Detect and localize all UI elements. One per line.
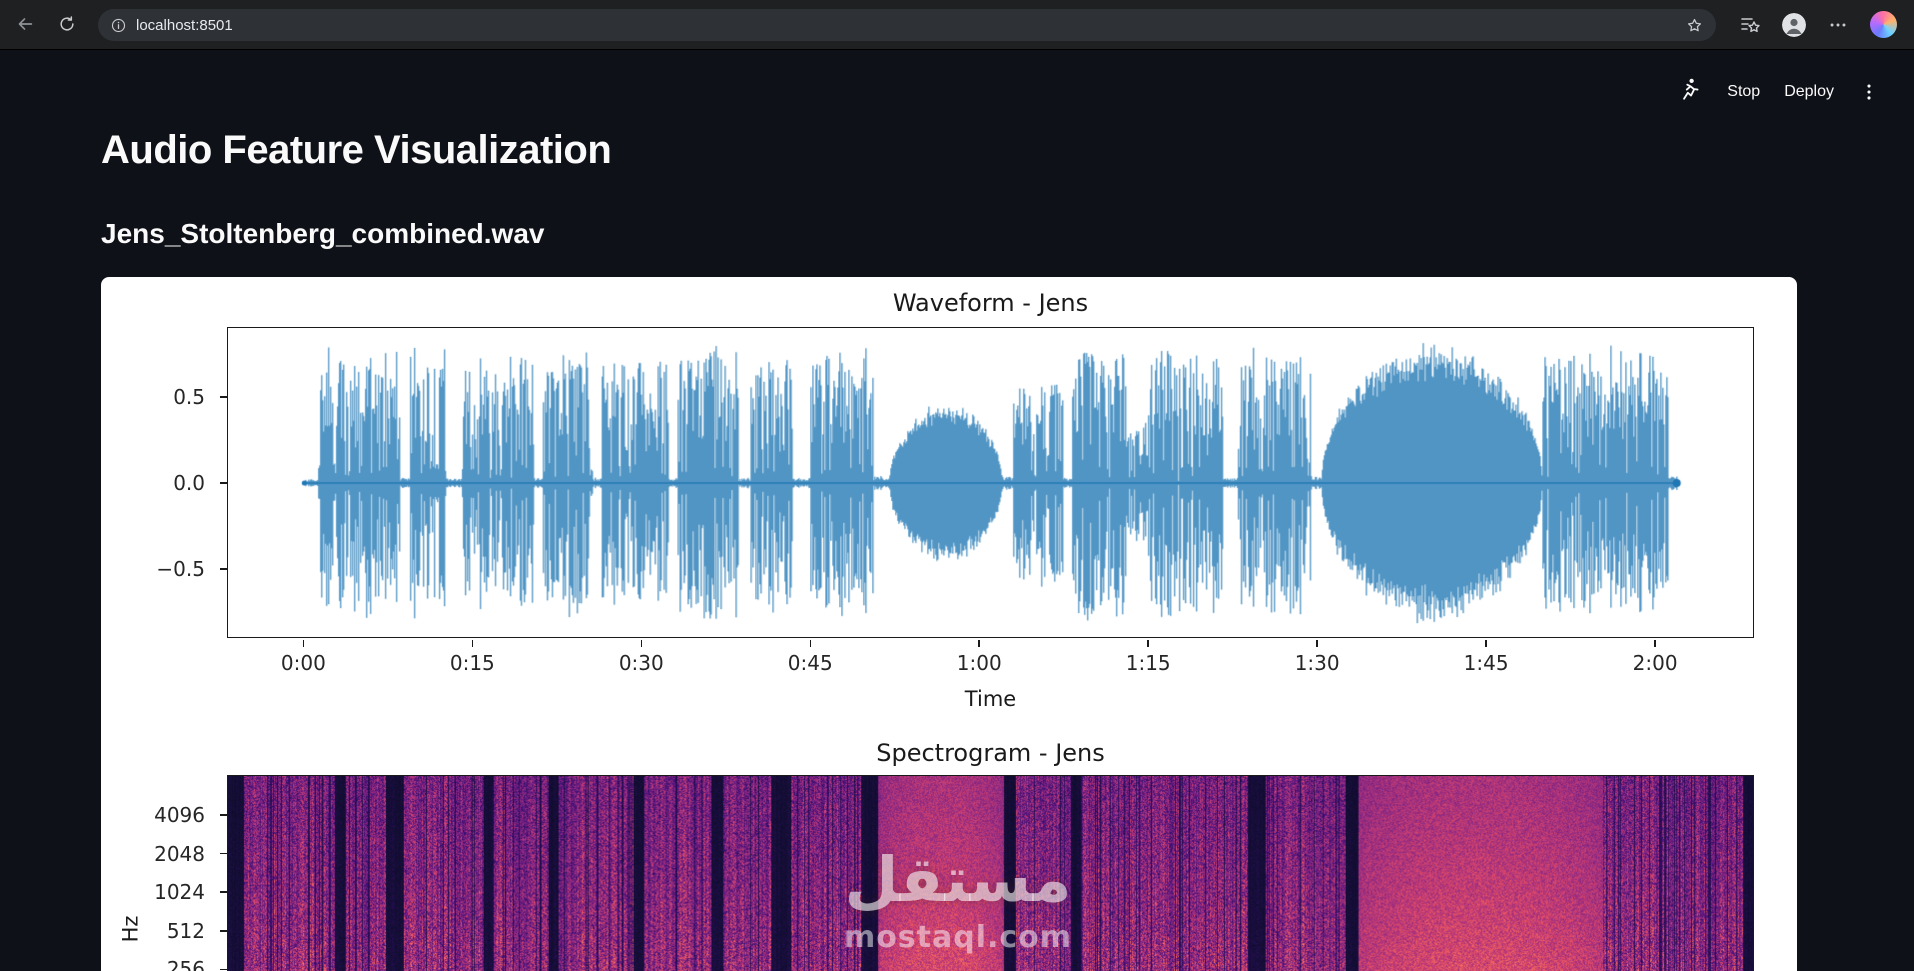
- page-title: Audio Feature Visualization: [101, 128, 611, 173]
- file-subheader: Jens_Stoltenberg_combined.wav: [101, 218, 544, 250]
- tick-label: 0.5: [173, 385, 205, 409]
- waveform-title: Waveform - Jens: [227, 289, 1754, 317]
- reload-icon: [57, 14, 77, 37]
- running-status-icon: [1677, 76, 1703, 107]
- waveform-x-axis: 0:00 0:15 0:30 0:45 1:00 1:15 1:30 1:45 2:00: [227, 651, 1754, 677]
- spectrogram-title: Spectrogram - Jens: [227, 739, 1754, 767]
- tick-mark: [220, 568, 227, 570]
- tick-mark: [220, 396, 227, 398]
- tick-mark: [1316, 640, 1318, 647]
- app-menu-icon[interactable]: [1858, 81, 1880, 103]
- copilot-icon[interactable]: [1870, 11, 1897, 38]
- tick-mark: [1485, 640, 1487, 647]
- tick-mark: [810, 640, 812, 647]
- tick-label: 2:00: [1633, 651, 1678, 675]
- profile-avatar[interactable]: [1782, 13, 1806, 37]
- url-text: localhost:8501: [136, 17, 1685, 34]
- tick-mark: [1654, 640, 1656, 647]
- tick-label: 0:00: [281, 651, 326, 675]
- tick-mark: [978, 640, 980, 647]
- tick-label: 1:45: [1464, 651, 1509, 675]
- tick-label: 0.0: [173, 471, 205, 495]
- time-axis-label: Time: [227, 687, 1754, 711]
- deploy-button[interactable]: Deploy: [1784, 83, 1834, 101]
- tick-mark: [220, 814, 227, 816]
- tick-label: 1024: [154, 880, 205, 904]
- tick-label: −0.5: [156, 557, 205, 581]
- tick-label: 512: [167, 919, 205, 943]
- tick-label: 0:45: [788, 651, 833, 675]
- site-info-icon[interactable]: [110, 17, 127, 34]
- tick-label: 2048: [154, 842, 205, 866]
- tick-mark: [641, 640, 643, 647]
- address-bar[interactable]: localhost:8501: [98, 9, 1716, 41]
- tick-mark: [303, 640, 305, 647]
- waveform-plot: [227, 327, 1754, 638]
- tick-mark: [220, 482, 227, 484]
- tick-mark: [472, 640, 474, 647]
- tick-label: 1:00: [957, 651, 1002, 675]
- tick-label: 0:30: [619, 651, 664, 675]
- tick-mark: [1147, 640, 1149, 647]
- hz-axis-label: Hz: [118, 916, 142, 943]
- tick-label: 4096: [154, 803, 205, 827]
- favorites-icon[interactable]: [1736, 11, 1764, 39]
- browser-menu-icon[interactable]: [1826, 11, 1850, 39]
- watermark-arabic: مستقل: [758, 843, 1158, 916]
- tick-label: 0:15: [450, 651, 495, 675]
- bookmark-star-icon[interactable]: [1685, 16, 1704, 35]
- tick-mark: [220, 969, 227, 971]
- back-arrow-icon: [14, 13, 36, 38]
- app-toolbar: Stop Deploy: [1677, 76, 1880, 107]
- streamlit-app: Stop Deploy Audio Feature Visualization …: [0, 50, 1914, 971]
- tick-mark: [220, 853, 227, 855]
- watermark-domain: mostaql.com: [758, 920, 1158, 955]
- browser-chrome: localhost:8501: [0, 0, 1914, 50]
- stop-button[interactable]: Stop: [1727, 83, 1760, 101]
- waveform-y-axis: 0.5 0.0 −0.5: [101, 327, 219, 638]
- back-button[interactable]: [8, 8, 42, 42]
- tick-mark: [220, 891, 227, 893]
- figure-image: Waveform - Jens 0.50.0−0.5 0:000:150:300…: [101, 277, 1797, 971]
- tick-label: 256: [167, 957, 205, 971]
- tick-label: 1:30: [1295, 651, 1340, 675]
- tick-mark: [220, 930, 227, 932]
- reload-button[interactable]: [50, 8, 84, 42]
- waveform-canvas: [228, 328, 1753, 637]
- tick-label: 1:15: [1126, 651, 1171, 675]
- watermark: مستقل mostaql.com: [758, 843, 1158, 955]
